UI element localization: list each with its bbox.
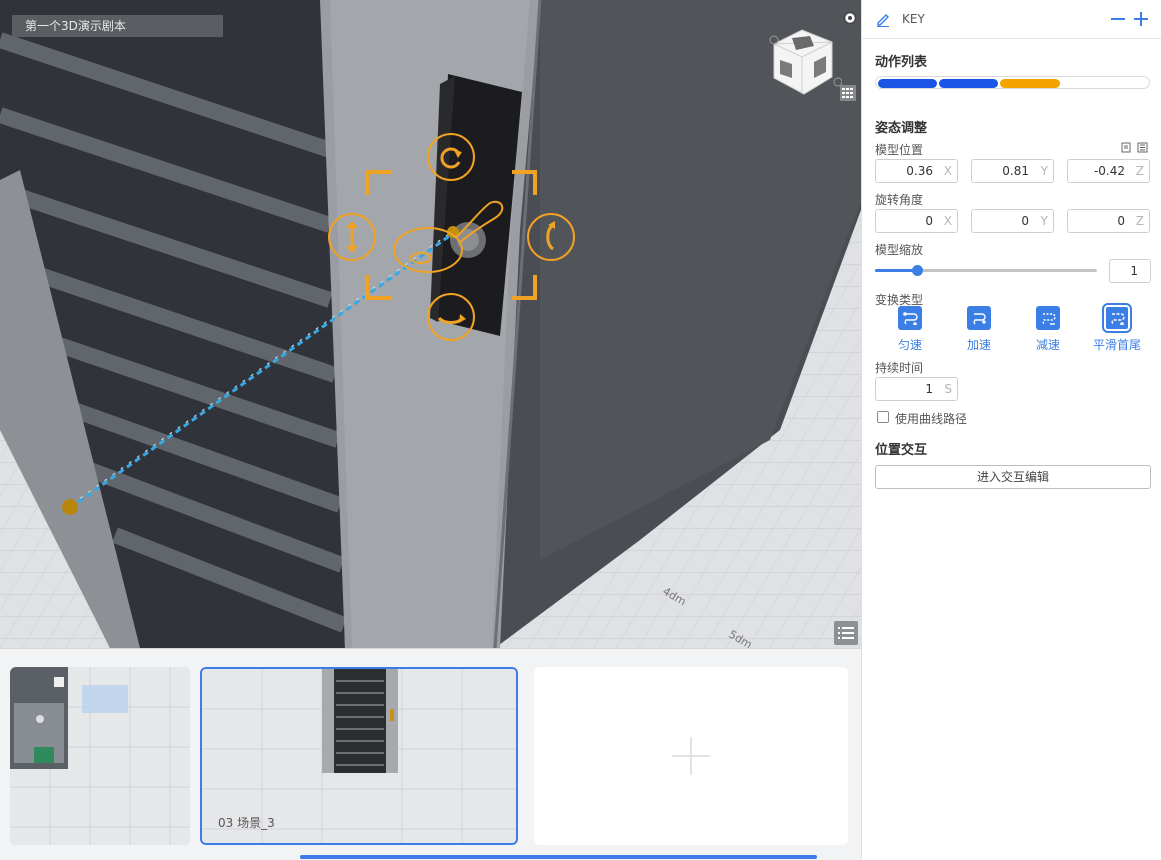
transition-linear[interactable]: 匀速 (882, 306, 938, 353)
rotation-y-field[interactable]: 0 Y (971, 209, 1054, 233)
locate-icon[interactable] (840, 8, 860, 28)
curve-path-label: 使用曲线路径 (895, 412, 968, 426)
rotation-y-value: 0 (1021, 214, 1029, 228)
axis-z-label: Z (1135, 214, 1144, 228)
transition-ease-out[interactable]: 减速 (1020, 306, 1076, 353)
rotate-vertical-handle-icon[interactable] (526, 212, 576, 262)
position-y-value: 0.81 (1002, 164, 1029, 178)
action-list-title: 动作列表 (875, 55, 928, 70)
scene-thumbnail[interactable] (10, 667, 190, 845)
position-y-field[interactable]: 0.81 Y (971, 159, 1054, 183)
position-x-value: 0.36 (906, 164, 933, 178)
panel-header: KEY (862, 0, 1161, 39)
transition-ease-in-out[interactable]: 平滑首尾 (1089, 303, 1145, 353)
interaction-title: 位置交互 (875, 443, 928, 458)
curve-path-checkbox[interactable] (877, 411, 889, 423)
action-segment[interactable] (1000, 79, 1060, 88)
accelerate-icon (967, 306, 991, 330)
scene-title: 第一个3D演示剧本 (12, 15, 223, 37)
scale-slider-fill (875, 269, 918, 272)
transition-ease-in-out-label: 平滑首尾 (1092, 338, 1141, 352)
horizontal-scrollbar[interactable] (300, 855, 817, 859)
key-label: KEY (902, 12, 925, 26)
duration-field[interactable]: 1 S (875, 377, 958, 401)
grid-toggle-icon[interactable] (840, 85, 856, 101)
duration-label: 持续时间 (875, 361, 924, 375)
minus-icon[interactable] (1110, 11, 1126, 27)
transition-ease-in-label: 加速 (966, 338, 991, 352)
axis-z-label: Z (1135, 164, 1144, 178)
transition-ease-out-label: 减速 (1035, 338, 1060, 352)
scale-slider[interactable] (875, 265, 1097, 276)
position-z-field[interactable]: -0.42 Z (1067, 159, 1150, 183)
scale-label: 模型缩放 (875, 243, 924, 257)
duration-unit: S (944, 382, 952, 396)
list-icon[interactable] (834, 621, 858, 645)
position-z-value: -0.42 (1093, 164, 1125, 178)
move-vertical-handle-icon[interactable] (327, 212, 377, 262)
plus-icon[interactable] (1133, 11, 1149, 27)
3d-viewport[interactable]: 第一个3D演示剧本 4dm 5dm (0, 0, 861, 648)
scale-value: 1 (1130, 264, 1138, 278)
scene-thumbnail-selected[interactable]: 03 场景_3 (200, 667, 518, 845)
edit-icon[interactable] (875, 11, 891, 27)
decelerate-icon (1036, 306, 1060, 330)
properties-panel: KEY 动作列表 姿态调整 模型位置 0.36 X 0.81 Y -0.42 Z… (861, 0, 1161, 859)
rotation-z-value: 0 (1117, 214, 1125, 228)
axis-x-label: X (943, 214, 952, 228)
position-label: 模型位置 (875, 143, 924, 157)
scale-value-field[interactable]: 1 (1109, 259, 1151, 283)
rotation-x-field[interactable]: 0 X (875, 209, 958, 233)
copy-icon[interactable] (1121, 142, 1132, 153)
rotation-z-field[interactable]: 0 Z (1067, 209, 1150, 233)
axis-x-label: X (943, 164, 952, 178)
enter-interaction-edit-button[interactable]: 进入交互编辑 (875, 465, 1151, 489)
axis-y-label: Y (1040, 164, 1048, 178)
view-cube[interactable] (762, 22, 842, 102)
duration-value: 1 (925, 382, 933, 396)
rotation-x-value: 0 (925, 214, 933, 228)
scale-slider-knob[interactable] (912, 265, 924, 276)
axis-y-label: Y (1040, 214, 1048, 228)
action-segment[interactable] (939, 79, 998, 88)
rotate-horizontal-handle-icon[interactable] (426, 292, 476, 342)
scene-thumbnail-label: 03 场景_3 (218, 816, 275, 830)
rotate-handle-icon[interactable] (426, 132, 476, 182)
pose-title: 姿态调整 (875, 121, 928, 136)
add-scene-button[interactable] (534, 667, 848, 845)
transition-linear-label: 匀速 (897, 338, 922, 352)
action-segment[interactable] (878, 79, 937, 88)
linear-speed-icon (898, 306, 922, 330)
scene-strip: 03 场景_3 (0, 648, 861, 860)
rotation-label: 旋转角度 (875, 193, 924, 207)
paste-icon[interactable] (1137, 142, 1148, 153)
action-list-track[interactable] (875, 76, 1150, 89)
position-x-field[interactable]: 0.36 X (875, 159, 958, 183)
smooth-icon (1102, 303, 1132, 333)
transition-ease-in[interactable]: 加速 (951, 306, 1007, 353)
